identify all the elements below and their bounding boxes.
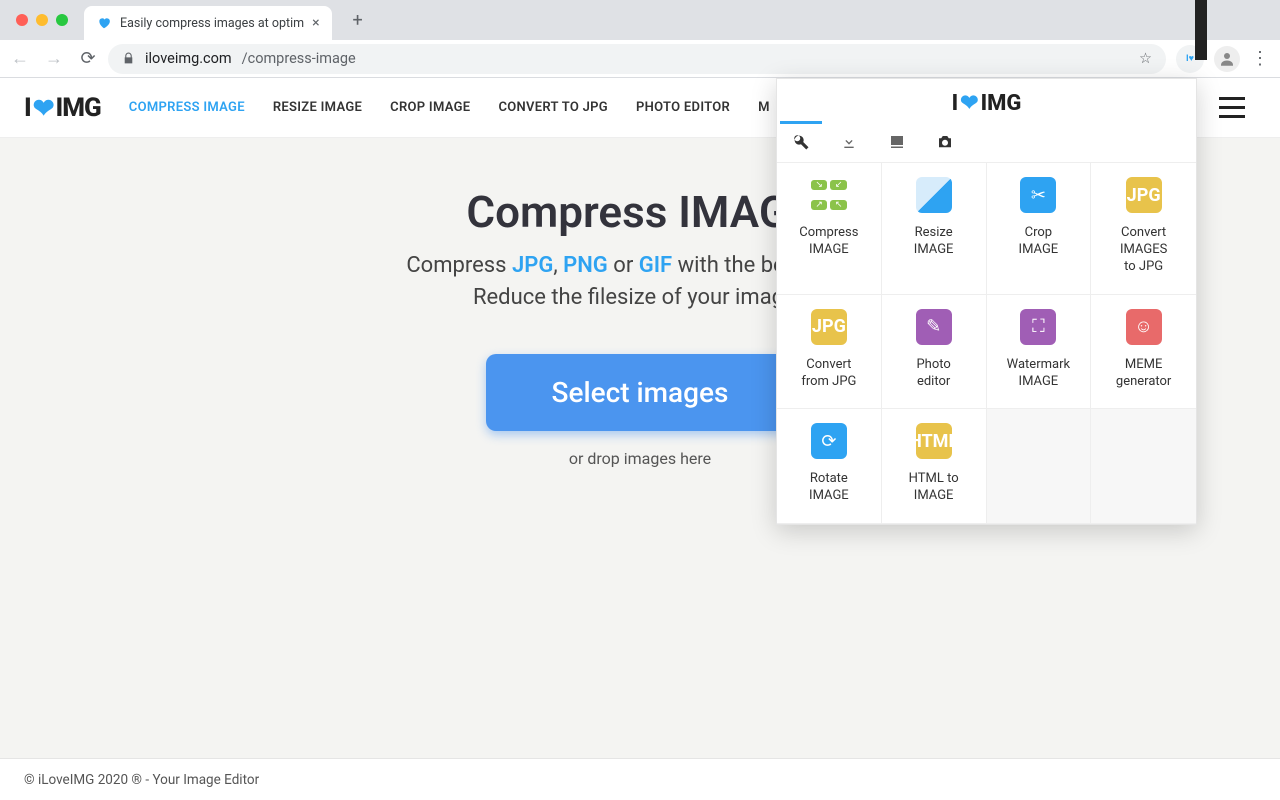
tool-label: Compress IMAGE: [783, 225, 875, 259]
resize-icon: [916, 177, 952, 213]
tool-crop[interactable]: ✂ Crop IMAGE: [987, 163, 1092, 295]
image-upload-icon: [888, 133, 906, 151]
sub-jpg: JPG: [512, 253, 553, 278]
tool-label: Resize IMAGE: [888, 225, 980, 259]
tool-label: Watermark IMAGE: [993, 357, 1085, 391]
tool-resize[interactable]: Resize IMAGE: [882, 163, 987, 295]
popup-tab-upload[interactable]: [873, 122, 921, 162]
sub-gif: GIF: [639, 253, 672, 278]
compress-icon: ↘↙↗↖: [811, 177, 847, 213]
back-button[interactable]: ←: [10, 48, 30, 69]
nav-photo-editor[interactable]: PHOTO EDITOR: [636, 100, 730, 115]
close-window-icon[interactable]: [16, 14, 28, 26]
tool-label: Convert from JPG: [783, 357, 875, 391]
url-path: /compress-image: [242, 50, 356, 67]
favicon-icon: [96, 15, 112, 31]
extension-popup: I ❤ IMG ↘↙↗↖ Compress IMAGE Resize IMAGE…: [776, 78, 1197, 525]
reload-button[interactable]: ⟳: [78, 48, 98, 69]
wrench-icon: [792, 133, 810, 151]
tool-photo[interactable]: ✎ Photo editor: [882, 295, 987, 410]
nav-convert[interactable]: CONVERT TO JPG: [498, 100, 608, 115]
popup-tabs: [777, 122, 1196, 163]
popup-tab-download[interactable]: [825, 122, 873, 162]
nav-crop[interactable]: CROP IMAGE: [390, 100, 470, 115]
nav-compress[interactable]: COMPRESS IMAGE: [129, 100, 245, 115]
site-footer: © iLoveIMG 2020 ® - Your Image Editor: [0, 758, 1280, 800]
nav-arrows: ← → ⟳: [10, 48, 98, 69]
window-controls: [0, 14, 84, 26]
tab-title: Easily compress images at optim: [120, 16, 304, 31]
pencil-icon: ✎: [916, 309, 952, 345]
tool-meme[interactable]: ☺ MEME generator: [1091, 295, 1196, 410]
tool-html[interactable]: HTML HTML to IMAGE: [882, 409, 987, 524]
tool-fromjpg[interactable]: JPG Convert from JPG: [777, 295, 882, 410]
tool-rotate[interactable]: ⟳ Rotate IMAGE: [777, 409, 882, 524]
footer-text: © iLoveIMG 2020 ® - Your Image Editor: [24, 772, 259, 788]
stamp-icon: ⛶: [1020, 309, 1056, 345]
popup-logo[interactable]: I ❤ IMG: [952, 91, 1022, 116]
address-bar[interactable]: iloveimg.com/compress-image ☆: [108, 44, 1166, 74]
sub-png: PNG: [563, 253, 608, 278]
logo-text-img: IMG: [56, 93, 101, 123]
fromjpg-icon: JPG: [811, 309, 847, 345]
tool-label: Rotate IMAGE: [783, 471, 875, 505]
crop-icon: ✂: [1020, 177, 1056, 213]
logo-text-i: I: [24, 93, 31, 123]
heart-icon: ❤: [33, 94, 54, 124]
browser-toolbar: ← → ⟳ iloveimg.com/compress-image ☆ I♥ ⋮: [0, 40, 1280, 78]
url-host: iloveimg.com: [145, 50, 232, 67]
tool-empty: [1091, 409, 1196, 524]
tool-watermark[interactable]: ⛶ Watermark IMAGE: [987, 295, 1092, 410]
browser-tabstrip: Easily compress images at optim × +: [0, 0, 1280, 40]
select-images-button[interactable]: Select images: [486, 354, 795, 431]
site-logo[interactable]: I ❤ IMG: [24, 93, 101, 123]
maximize-window-icon[interactable]: [56, 14, 68, 26]
popup-logo-img: IMG: [981, 91, 1022, 116]
hamburger-menu-icon[interactable]: [1208, 84, 1256, 132]
tools-grid: ↘↙↗↖ Compress IMAGE Resize IMAGE ✂ Crop …: [777, 163, 1196, 524]
tool-compress[interactable]: ↘↙↗↖ Compress IMAGE: [777, 163, 882, 295]
tool-empty: [987, 409, 1092, 524]
rotate-icon: ⟳: [811, 423, 847, 459]
lock-icon: [122, 52, 135, 65]
tool-label: Photo editor: [888, 357, 980, 391]
sub-comma: ,: [553, 253, 563, 278]
profile-avatar[interactable]: [1214, 46, 1240, 72]
smile-icon: ☺: [1126, 309, 1162, 345]
bookmark-star-icon[interactable]: ☆: [1139, 50, 1152, 67]
sub-pre: Compress: [406, 253, 512, 278]
nav-more-truncated[interactable]: M: [758, 100, 770, 115]
popup-header: I ❤ IMG: [777, 79, 1196, 122]
tool-label: HTML to IMAGE: [888, 471, 980, 505]
popup-tab-camera[interactable]: [921, 122, 969, 162]
tojpg-icon: JPG: [1126, 177, 1162, 213]
camera-icon: [936, 133, 954, 151]
download-icon: [841, 134, 857, 150]
close-tab-icon[interactable]: ×: [312, 15, 319, 31]
html-icon: HTML: [916, 423, 952, 459]
browser-tab[interactable]: Easily compress images at optim ×: [84, 6, 332, 40]
sub-or: or: [608, 253, 639, 278]
nav-resize[interactable]: RESIZE IMAGE: [273, 100, 362, 115]
new-tab-button[interactable]: +: [344, 6, 372, 34]
nav-edge-strip: [1195, 0, 1207, 60]
forward-button[interactable]: →: [44, 48, 64, 69]
popup-tab-tools[interactable]: [777, 122, 825, 162]
sub-line2: Reduce the filesize of your images: [473, 285, 807, 310]
popup-logo-i: I: [952, 91, 959, 116]
tool-tojpg[interactable]: JPG Convert IMAGES to JPG: [1091, 163, 1196, 295]
minimize-window-icon[interactable]: [36, 14, 48, 26]
tool-label: MEME generator: [1097, 357, 1190, 391]
heart-icon: ❤: [960, 91, 978, 116]
browser-menu-button[interactable]: ⋮: [1250, 48, 1270, 69]
tool-label: Convert IMAGES to JPG: [1097, 225, 1190, 276]
tool-label: Crop IMAGE: [993, 225, 1085, 259]
